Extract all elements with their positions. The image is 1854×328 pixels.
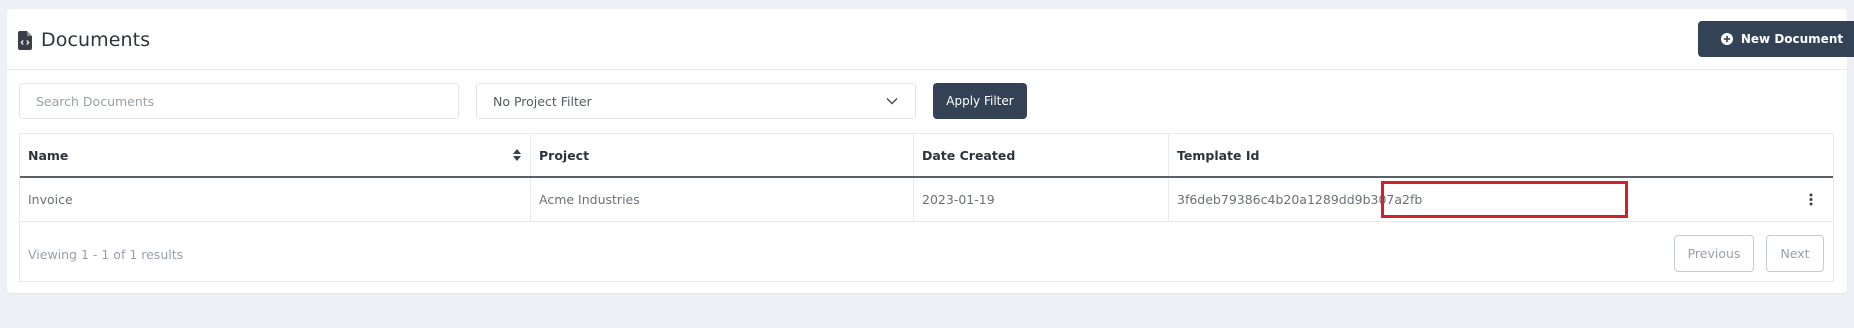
column-header-name[interactable]: Name <box>20 134 531 176</box>
template-id-highlight <box>1381 181 1628 218</box>
search-documents-input[interactable] <box>19 83 459 119</box>
cell-name: Invoice <box>20 178 531 221</box>
chevron-down-icon <box>886 97 898 105</box>
page-title: Documents <box>41 29 151 51</box>
sort-icon[interactable] <box>513 149 521 161</box>
cell-project: Acme Industries <box>531 178 914 221</box>
file-code-icon <box>18 30 32 50</box>
next-button[interactable]: Next <box>1766 235 1824 272</box>
cell-date-created: 2023-01-19 <box>914 178 1169 221</box>
column-header-template-id: Template Id <box>1177 147 1260 163</box>
apply-filter-button[interactable]: Apply Filter <box>933 83 1027 119</box>
column-header-date-created: Date Created <box>914 134 1169 176</box>
table-footer: Viewing 1 - 1 of 1 results Previous Next <box>20 223 1833 283</box>
page-title-group: Documents <box>18 28 150 52</box>
project-filter-select[interactable]: No Project Filter <box>476 83 916 119</box>
previous-button[interactable]: Previous <box>1674 235 1754 272</box>
table-header: Name Project Date Created Template Id <box>20 134 1833 178</box>
new-document-button[interactable]: New Document <box>1698 21 1854 57</box>
documents-card: Documents New Document No Project Filter… <box>7 9 1854 293</box>
plus-circle-icon <box>1720 33 1733 45</box>
page-header: Documents New Document <box>7 9 1854 70</box>
pagination-summary: Viewing 1 - 1 of 1 results <box>28 247 184 262</box>
table-row[interactable]: Invoice Acme Industries 2023-01-19 3f6de… <box>20 178 1833 222</box>
new-document-label: New Document <box>1740 32 1844 46</box>
project-filter-value: No Project Filter <box>493 93 592 109</box>
documents-table: Name Project Date Created Template Id In… <box>19 133 1834 282</box>
column-header-project: Project <box>531 134 914 176</box>
kebab-menu-icon[interactable] <box>1809 193 1813 206</box>
